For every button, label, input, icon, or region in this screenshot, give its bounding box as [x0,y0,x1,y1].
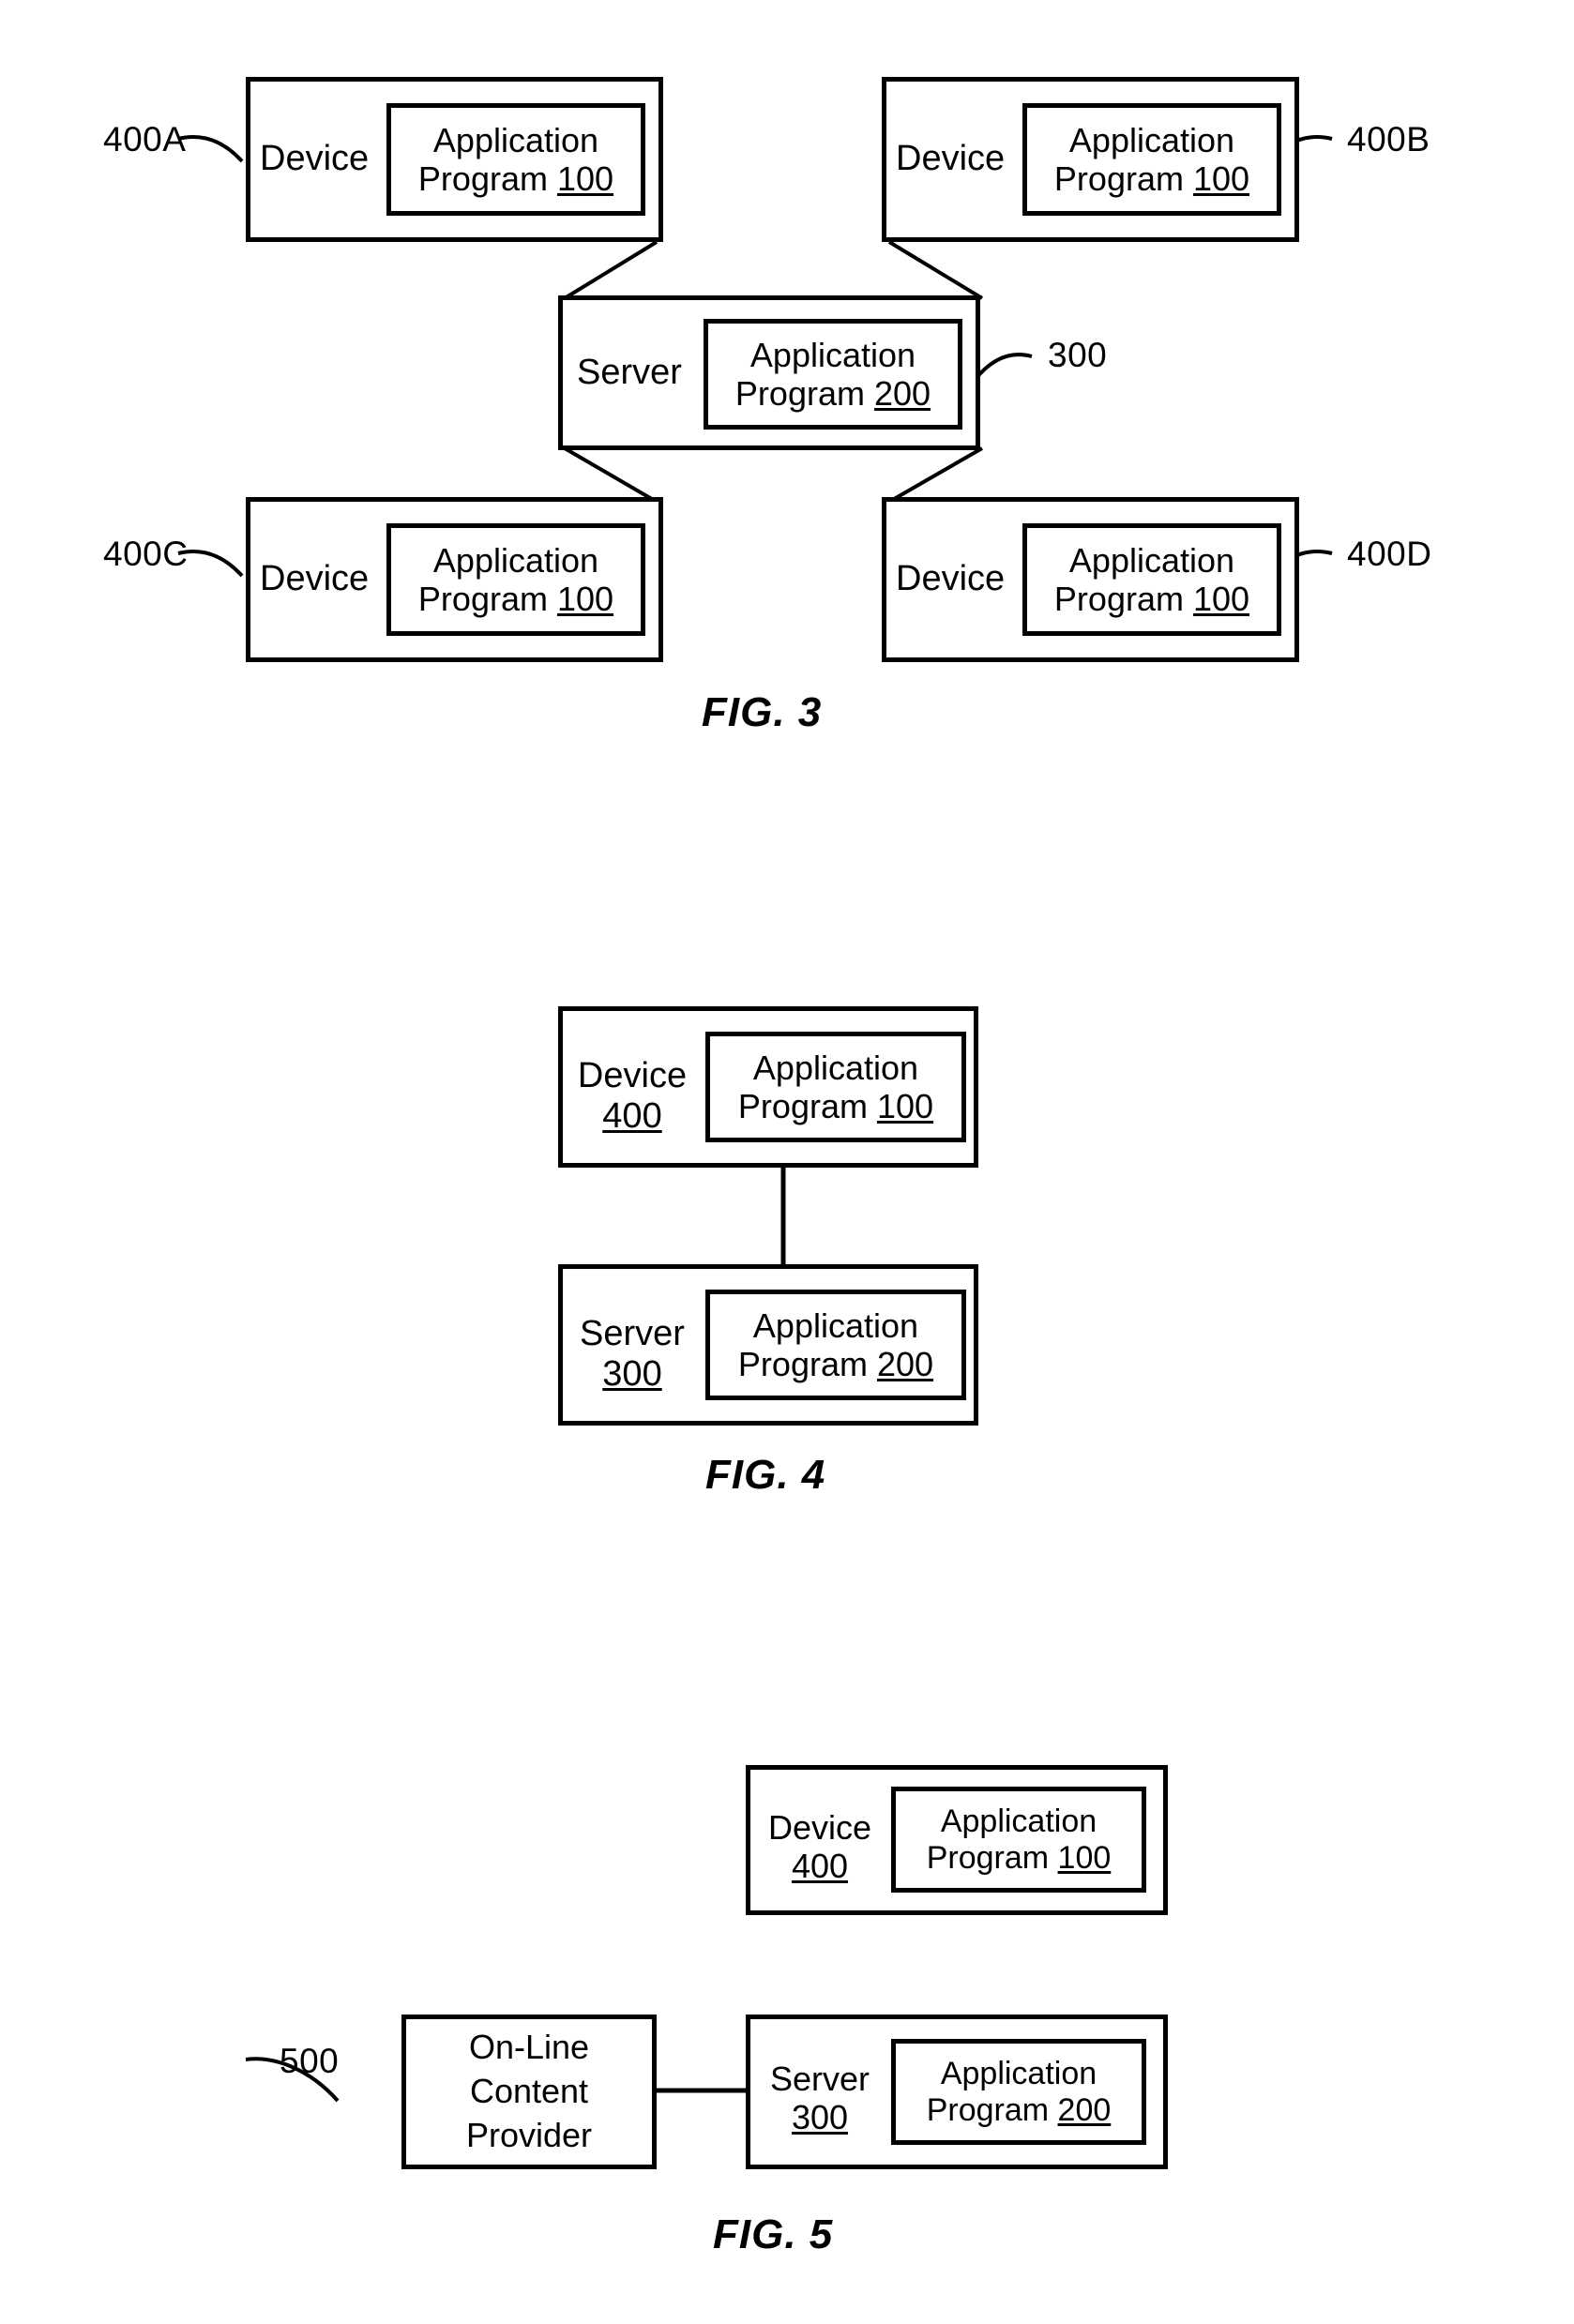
fig3-device-a-program-line1: Application [432,120,599,159]
fig5-ref-500: 500 [280,2042,340,2080]
connector-device-a-server [563,240,658,300]
leader-400a [177,135,244,163]
fig3-server-program-line1: Application [749,335,916,374]
fig5-device-program-line1: Application [940,1803,1097,1839]
fig5-device-role-ref: 400 [791,1847,849,1886]
patent-figure-sheet: Device Application Program 100 400A Devi… [0,0,1574,2324]
fig5-server-program-box: Application Program 200 [891,2039,1146,2145]
connector-device-b-server [887,240,984,300]
fig3-device-a-program-ref: 100 [556,159,614,198]
fig3-device-b-program-line2: Program [1053,159,1184,198]
fig5-provider-text: On-Line Content Provider [466,2026,592,2157]
fig3-ref-400d: 400D [1347,535,1432,573]
fig4-server-program-box: Application Program 200 [705,1290,966,1400]
fig3-device-c-role-label: Device [260,559,370,598]
fig3-server-program-ref: 200 [873,374,931,413]
fig5-device-program-text: Application Program 100 [927,1803,1112,1877]
fig3-device-c-program-text: Application Program 100 [418,541,613,618]
fig3-device-d-program-ref: 100 [1192,580,1250,618]
connector-server-device-d [888,446,983,504]
fig4-device-role: Device 400 [574,1056,690,1138]
fig3-ref-300: 300 [1048,336,1108,374]
fig3-device-a-program-box: Application Program 100 [386,103,645,216]
fig5-device-role: Device 400 [762,1808,878,1885]
fig3-device-a-role-label: Device [260,139,370,178]
fig3-device-d-role-label: Device [896,559,1006,598]
fig4-device-program-line1: Application [752,1048,919,1087]
fig3-device-a-program-line2: Program [417,159,548,198]
fig3-ref-400b: 400B [1347,120,1430,158]
fig5-provider-line1: On-Line [468,2028,590,2067]
fig5-server-program-text: Application Program 200 [927,2056,1112,2129]
fig3-device-c-program-box: Application Program 100 [386,523,645,636]
fig5-server-program-line2: Program [926,2091,1050,2128]
fig5-provider-line3: Provider [465,2115,593,2154]
fig4-device-program-line2: Program [737,1087,868,1125]
fig5-server-program-ref: 200 [1057,2091,1112,2128]
fig4-device-role-ref: 400 [602,1096,662,1137]
fig3-device-c-program-ref: 100 [556,580,614,618]
fig4-server-program-ref: 200 [876,1345,934,1383]
fig3-device-b-program-text: Application Program 100 [1054,121,1249,198]
fig4-server-program-line2: Program [737,1345,868,1383]
leader-300 [974,353,1033,381]
fig4-device-role-label: Device [577,1056,688,1095]
fig5-device-program-box: Application Program 100 [891,1787,1146,1893]
fig4-device-program-ref: 100 [876,1087,934,1125]
fig5-device-program-line2: Program [926,1839,1050,1876]
fig3-device-b-program-ref: 100 [1192,159,1250,198]
fig5-server-program-line1: Application [940,2055,1097,2091]
fig4-device-program-text: Application Program 100 [738,1049,933,1125]
fig4-server-role-ref: 300 [602,1354,662,1395]
fig3-device-c-program-line2: Program [417,580,548,618]
fig3-server-role-label: Server [577,353,682,392]
fig5-server-role: Server 300 [762,2060,878,2136]
fig4-server-role: Server 300 [574,1314,690,1396]
fig5-caption: FIG. 5 [713,2211,834,2257]
fig4-server-program-line1: Application [752,1305,919,1345]
fig3-device-d-program-text: Application Program 100 [1054,541,1249,618]
fig4-device-program-box: Application Program 100 [705,1032,966,1142]
fig3-device-b-role-label: Device [896,139,1006,178]
fig3-ref-400a: 400A [103,120,187,158]
fig3-caption: FIG. 3 [702,689,823,735]
fig3-server-program-line2: Program [734,374,865,413]
fig3-device-d-program-line1: Application [1068,540,1235,580]
fig5-provider-line2: Content [469,2072,589,2111]
fig3-server-program-text: Application Program 200 [735,336,931,413]
fig4-server-role-label: Server [580,1314,685,1353]
fig3-device-d-program-line2: Program [1053,580,1184,618]
connector-server-device-c [563,446,658,504]
fig3-ref-400c: 400C [103,535,189,573]
fig3-device-b-program-box: Application Program 100 [1022,103,1281,216]
fig5-server-role-ref: 300 [791,2098,849,2137]
fig3-device-d-program-box: Application Program 100 [1022,523,1281,636]
fig5-device-role-label: Device [767,1808,872,1847]
fig3-device-b-program-line1: Application [1068,120,1235,159]
fig4-server-program-text: Application Program 200 [738,1306,933,1383]
fig3-device-a-program-text: Application Program 100 [418,121,613,198]
fig5-device-program-ref: 100 [1057,1839,1112,1876]
fig5-server-role-label: Server [769,2060,870,2098]
fig5-provider-box: On-Line Content Provider [401,2015,657,2169]
fig3-server-program-box: Application Program 200 [704,319,962,430]
fig4-caption: FIG. 4 [705,1452,826,1498]
fig3-device-c-program-line1: Application [432,540,599,580]
